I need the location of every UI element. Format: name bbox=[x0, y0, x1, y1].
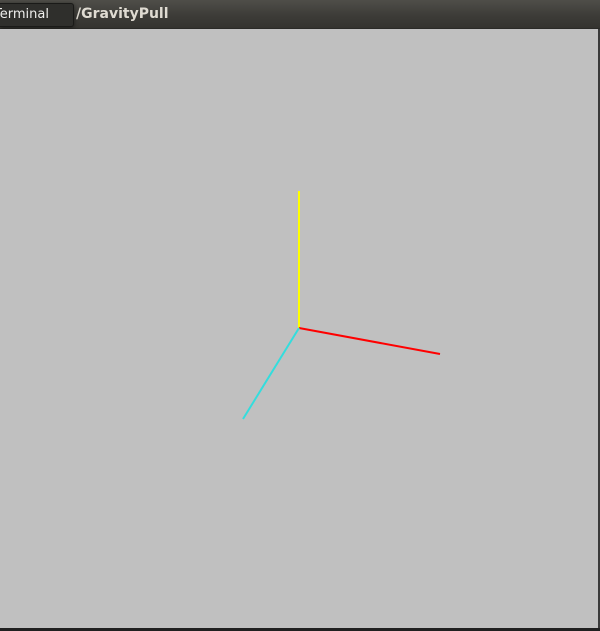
tooltip-label: Terminal bbox=[0, 7, 49, 22]
axes-gizmo bbox=[242, 191, 441, 420]
app-window: /GravityPull Terminal bbox=[0, 0, 600, 631]
gl-viewport[interactable] bbox=[0, 29, 600, 631]
x-axis-line bbox=[298, 327, 441, 355]
z-axis-line bbox=[242, 327, 300, 420]
window-titlebar[interactable]: /GravityPull Terminal bbox=[0, 0, 600, 29]
window-title: /GravityPull bbox=[76, 6, 169, 22]
terminal-tooltip: Terminal bbox=[0, 3, 74, 27]
